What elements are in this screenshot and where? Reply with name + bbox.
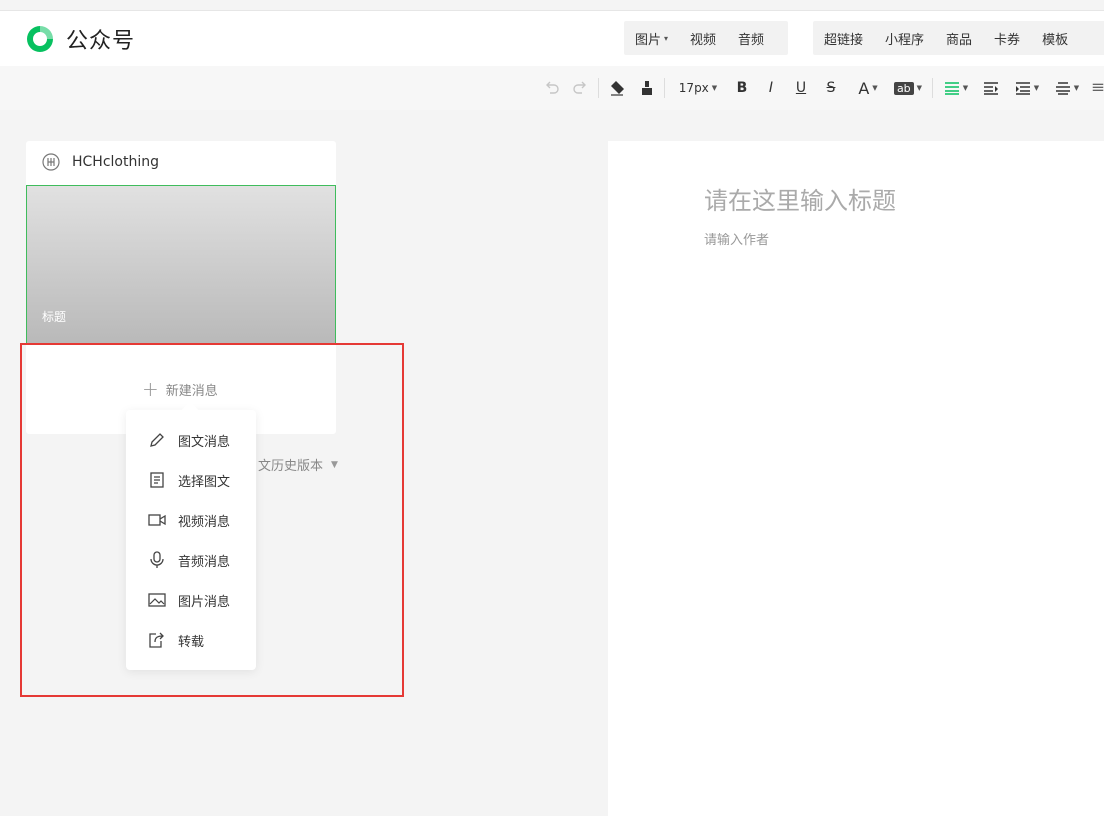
insert-hyperlink-button[interactable]: 超链接 [813, 29, 874, 48]
insert-product-button[interactable]: 商品 [935, 29, 983, 48]
caret-down-icon: ▼ [1033, 84, 1040, 92]
highlight-box [20, 343, 404, 697]
cover-title: 标题 [42, 310, 67, 324]
caret-down-icon: ▼ [872, 84, 878, 92]
account-avatar-icon [42, 153, 60, 171]
toolbar-divider [932, 78, 933, 98]
toolbar-divider [664, 78, 665, 98]
align-icon[interactable]: ▼ [941, 78, 971, 98]
line-height-icon[interactable]: ▼ [1052, 78, 1082, 98]
logo-text: 公众号 [66, 29, 136, 54]
article-author-input[interactable] [704, 233, 904, 248]
format-toolbar: 17px ▼ B I U S A ▼ ab ▼ ▼ ▼ ▼ [0, 66, 1104, 110]
caret-down-icon: ▼ [1073, 84, 1080, 92]
letter-spacing-icon[interactable] [1092, 78, 1104, 98]
caret-down-icon: ▾ [664, 33, 669, 43]
insert-video-button[interactable]: 视频 [679, 29, 727, 48]
top-header: 公众号 图片 ▾ 视频 音频 超链接 小程序 商品 卡券 模板 [0, 10, 1104, 66]
article-title-input[interactable] [704, 187, 1084, 215]
undo-icon[interactable] [543, 78, 561, 98]
insert-image-button[interactable]: 图片 ▾ [624, 29, 679, 48]
format-clear-icon[interactable] [607, 78, 627, 98]
underline-icon[interactable]: U [792, 78, 810, 98]
background-color-icon[interactable]: ab ▼ [892, 78, 924, 98]
font-size-select[interactable]: 17px ▼ [674, 78, 722, 98]
article-cover-item[interactable]: 标题 [26, 185, 336, 344]
editor-area [608, 141, 1104, 816]
insert-coupon-button[interactable]: 卡券 [983, 29, 1031, 48]
link-insert-group: 超链接 小程序 商品 卡券 模板 [813, 21, 1104, 55]
caret-down-icon: ▼ [711, 84, 718, 92]
caret-down-icon: ▼ [962, 84, 969, 92]
strikethrough-icon[interactable]: S [822, 78, 840, 98]
insert-template-button[interactable]: 模板 [1031, 29, 1079, 48]
font-color-icon[interactable]: A ▼ [853, 78, 883, 98]
indent-icon[interactable] [982, 78, 1000, 98]
italic-icon[interactable]: I [762, 78, 780, 98]
paragraph-spacing-icon[interactable]: ▼ [1012, 78, 1042, 98]
insert-miniprogram-button[interactable]: 小程序 [874, 29, 935, 48]
media-insert-group: 图片 ▾ 视频 音频 [624, 21, 788, 55]
logo[interactable]: 公众号 [24, 23, 135, 55]
caret-down-icon: ▼ [916, 84, 923, 92]
format-painter-icon[interactable] [637, 78, 657, 98]
account-name: HCHclothing [72, 154, 159, 170]
wechat-official-account-logo-icon [27, 26, 53, 52]
insert-audio-button[interactable]: 音频 [727, 29, 775, 48]
account-header: HCHclothing [42, 153, 159, 171]
bold-icon[interactable]: B [733, 78, 751, 98]
redo-icon[interactable] [571, 78, 589, 98]
toolbar-divider [598, 78, 599, 98]
